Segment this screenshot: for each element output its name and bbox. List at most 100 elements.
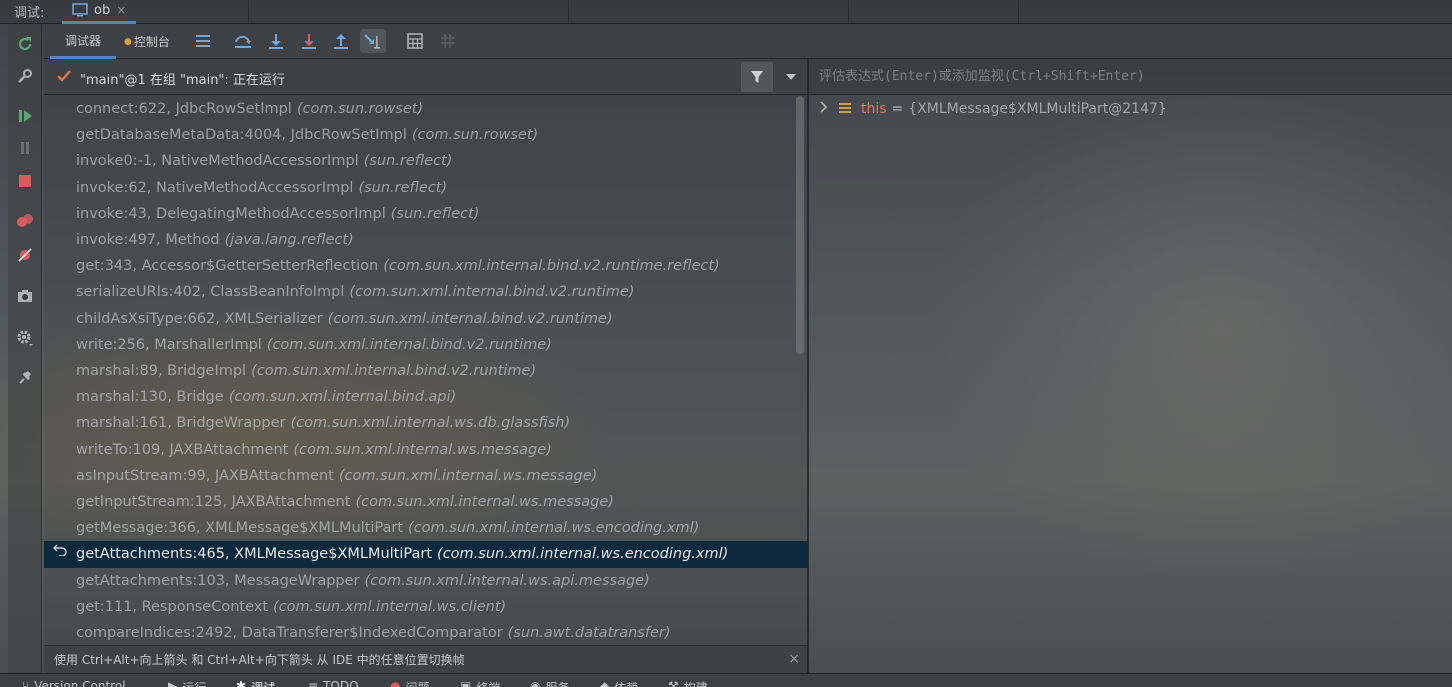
debug-side-toolbar	[8, 24, 42, 673]
close-icon[interactable]: ×	[788, 651, 800, 667]
tool-window-todo[interactable]: ≡ TODO	[308, 679, 359, 687]
frame-row[interactable]: write:256, MarshallerImpl (com.sun.xml.in…	[44, 332, 796, 358]
frame-row[interactable]: compareIndices:2492, DataTransferer$Inde…	[44, 620, 796, 645]
thread-selector[interactable]: "main"@1 在组 "main": 正在运行	[44, 59, 808, 95]
trace-icon[interactable]	[435, 29, 461, 53]
camera-icon[interactable]	[8, 284, 42, 308]
frame-row[interactable]: invoke0:-1, NativeMethodAccessorImpl (sun…	[44, 148, 796, 174]
services-icon: ◉	[530, 679, 541, 687]
chevron-down-icon[interactable]	[777, 62, 805, 92]
filter-icon[interactable]	[741, 62, 773, 92]
warning-dot-icon: ●	[124, 36, 132, 47]
evaluate-expression-icon[interactable]	[402, 29, 428, 53]
frame-row[interactable]: get:111, ResponseContext (com.sun.xml.int…	[44, 594, 796, 620]
run-config-tab[interactable]: ob ×	[62, 0, 137, 24]
frame-row[interactable]: getDatabaseMetaData:4004, JdbcRowSetImpl…	[44, 122, 796, 148]
breakpoints-icon[interactable]	[8, 209, 42, 233]
frame-package: (com.sun.xml.internal.ws.encoding.xml)	[437, 546, 729, 563]
tab-debugger[interactable]: 调试器	[50, 24, 116, 59]
frame-package: (sun.reflect)	[358, 179, 448, 196]
frame-method: get:111, ResponseContext	[76, 598, 269, 615]
frame-row[interactable]: invoke:43, DelegatingMethodAccessorImpl(…	[44, 201, 796, 227]
tool-window-services[interactable]: ◉ 服务	[530, 679, 570, 687]
header-divider	[1018, 0, 1019, 24]
run-tab-label: ob	[94, 2, 111, 18]
frame-row[interactable]: asInputStream:99, JAXBAttachment (com.sun…	[44, 463, 796, 489]
frames-scrollbar[interactable]	[796, 96, 804, 354]
tool-window-dependencies[interactable]: ◆ 依赖	[600, 679, 638, 687]
hint-text: 使用 Ctrl+Alt+向上箭头 和 Ctrl+Alt+向下箭头 从 IDE 中…	[54, 653, 465, 667]
frame-package: (com.sun.xml.internal.bind.v2.runtime)	[251, 363, 537, 380]
pin-icon[interactable]	[8, 366, 42, 390]
tool-window-terminal[interactable]: ▣ 终端	[460, 679, 500, 687]
console-icon	[72, 3, 88, 17]
frame-method: invoke0:-1, NativeMethodAccessorImpl	[76, 153, 359, 170]
wrench-icon[interactable]	[8, 64, 42, 88]
frame-row[interactable]: get:343, Accessor$GetterSetterReflection…	[44, 253, 796, 279]
mute-breakpoints-icon[interactable]	[8, 243, 42, 267]
variable-value: {XMLMessage$XMLMultiPart@2147}	[908, 101, 1167, 117]
frame-row[interactable]: invoke:497, Method (java.lang.reflect)	[44, 227, 796, 253]
chevron-right-icon[interactable]	[809, 101, 839, 117]
force-step-into-icon[interactable]	[296, 29, 322, 53]
run-to-cursor-icon[interactable]	[360, 29, 386, 53]
frame-package: (com.sun.xml.internal.ws.message)	[293, 441, 552, 458]
frame-method: writeTo:109, JAXBAttachment	[76, 441, 289, 458]
frame-row[interactable]: serializeURIs:402, ClassBeanInfoImpl (com…	[44, 279, 796, 305]
tool-window-label: 问题	[405, 679, 429, 687]
tool-window-bar: ⑂ Version Control ▶ 运行 ✱ 调试 ≡ TODO ● 问题 ▣ 终端 ◉…	[0, 673, 1452, 687]
tool-window-label: 服务	[545, 679, 569, 687]
evaluate-input[interactable]	[819, 69, 1419, 84]
tab-label: 调试器	[64, 33, 101, 48]
frame-row[interactable]: getInputStream:125, JAXBAttachment (com.s…	[44, 489, 796, 515]
frame-method: connect:622, JdbcRowSetImpl	[76, 101, 292, 118]
frame-package: (sun.reflect)	[363, 153, 453, 170]
frame-row[interactable]: marshal:161, BridgeWrapper (com.sun.xml.i…	[44, 410, 796, 436]
debug-tool-window-header: 调试: ob ×	[0, 0, 1452, 24]
tool-window-version-control[interactable]: ⑂ Version Control	[22, 679, 126, 687]
stop-icon[interactable]	[8, 169, 42, 193]
tool-window-debug[interactable]: ✱ 调试	[236, 679, 275, 687]
frame-package: (sun.awt.datatransfer)	[507, 625, 671, 642]
frame-row[interactable]: getAttachments:103, MessageWrapper (com.s…	[44, 568, 796, 594]
tool-window-problems[interactable]: ● 问题	[390, 679, 430, 687]
step-into-icon[interactable]	[263, 29, 289, 53]
frame-row[interactable]: childAsXsiType:662, XMLSerializer (com.su…	[44, 306, 796, 332]
frame-row[interactable]: getMessage:366, XMLMessage$XMLMultiPart(…	[44, 515, 796, 541]
frame-row[interactable]: connect:622, JdbcRowSetImpl (com.sun.rows…	[44, 96, 796, 122]
settings-icon[interactable]	[8, 326, 42, 350]
frame-row[interactable]: invoke:62, NativeMethodAccessorImpl (sun.…	[44, 175, 796, 201]
frame-method: marshal:130, Bridge	[76, 389, 224, 406]
frame-method: marshal:89, BridgeImpl	[76, 363, 247, 380]
frame-package: (com.sun.xml.internal.ws.db.glassfish)	[290, 415, 571, 432]
tab-label: 控制台	[133, 35, 170, 49]
frame-method: invoke:62, NativeMethodAccessorImpl	[76, 179, 354, 196]
evaluate-expression-field[interactable]	[809, 59, 1452, 95]
frames-list-icon[interactable]	[190, 29, 216, 53]
step-out-icon[interactable]	[328, 29, 354, 53]
frame-package: (com.sun.xml.internal.ws.api.message)	[364, 572, 650, 589]
frame-row[interactable]: writeTo:109, JAXBAttachment (com.sun.xml.…	[44, 437, 796, 463]
frame-method: marshal:161, BridgeWrapper	[76, 415, 286, 432]
frame-row-current[interactable]: getAttachments:465, XMLMessage$XMLMultiP…	[44, 541, 808, 568]
pause-icon[interactable]	[8, 136, 42, 160]
rerun-icon[interactable]	[8, 32, 42, 56]
frame-row[interactable]: marshal:130, Bridge (com.sun.xml.internal…	[44, 384, 796, 410]
panel-splitter[interactable]	[807, 59, 809, 673]
frames-list: connect:622, JdbcRowSetImpl (com.sun.rows…	[44, 95, 808, 645]
frame-package: (com.sun.xml.internal.ws.message)	[355, 494, 614, 511]
check-icon	[56, 68, 72, 87]
close-icon[interactable]: ×	[116, 3, 126, 17]
frame-method: childAsXsiType:662, XMLSerializer	[76, 310, 323, 327]
variable-row[interactable]: this = {XMLMessage$XMLMultiPart@2147}	[809, 96, 1452, 122]
tab-console[interactable]: ● 控制台	[124, 24, 194, 59]
tool-window-build[interactable]: ⚒ 构建	[668, 679, 708, 687]
error-icon: ●	[390, 679, 401, 687]
tool-window-run[interactable]: ▶ 运行	[168, 679, 206, 687]
step-over-icon[interactable]	[230, 29, 256, 53]
frame-row[interactable]: marshal:89, BridgeImpl (com.sun.xml.inter…	[44, 358, 796, 384]
frame-package: (java.lang.reflect)	[224, 232, 354, 249]
variable-name: this	[861, 101, 887, 117]
frame-method: getInputStream:125, JAXBAttachment	[76, 494, 351, 511]
resume-icon[interactable]	[8, 104, 42, 128]
